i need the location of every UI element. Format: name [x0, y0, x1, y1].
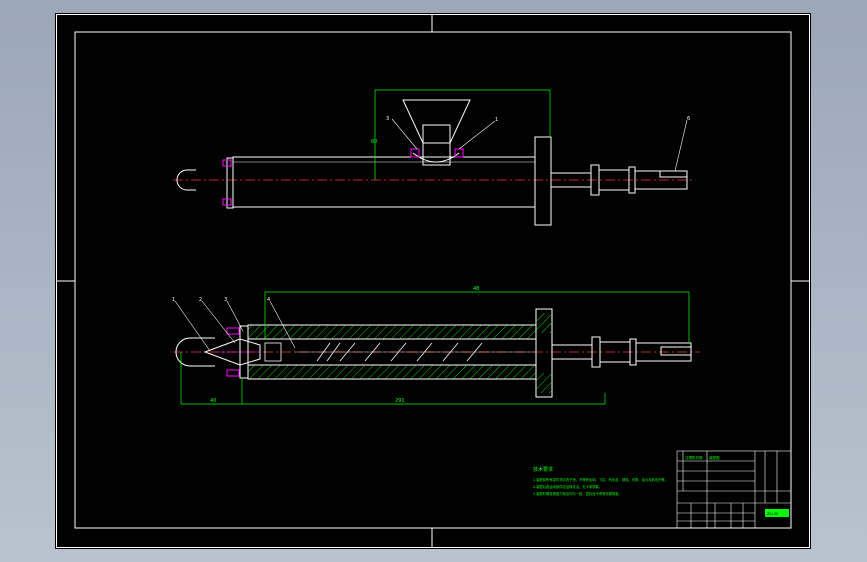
section-barrel-wall-top	[247, 324, 537, 340]
section-balloon-4: 4	[267, 297, 270, 303]
title-label-2: 装配图	[709, 455, 720, 460]
top-hopper-throat	[422, 124, 451, 166]
notes-heading: 技术要求	[533, 466, 553, 473]
top-dim-label: 80	[371, 139, 377, 145]
section-balloon-3: 3	[224, 297, 227, 303]
top-hopper	[402, 99, 471, 144]
top-view: 80 3 1 6	[173, 89, 695, 226]
outer-border	[56, 14, 810, 548]
section-dim-mid: 291	[395, 398, 405, 404]
top-balloon-2: 1	[495, 117, 498, 123]
title-label-1: 注塑机机筒	[685, 455, 703, 460]
top-balloon-3: 6	[687, 116, 690, 122]
notes-line-3: 3.装配时螺栓紧固力矩应均匀一致，密封处不得有渗漏现象。	[533, 491, 622, 496]
notes-line-2: 2.装配后各运动部件应运转灵活，无卡滞现象。	[533, 484, 602, 489]
title-block-text: 注塑机机筒 装配图 ZSJ-00	[685, 455, 778, 516]
section-dim-left: 40	[210, 398, 216, 404]
cad-drawing: 80 3 1 6 48 40 291 1 2 3 4 技术要求 1.装配前所有零…	[56, 14, 810, 548]
title-block	[676, 450, 792, 529]
top-rear-flange	[534, 136, 552, 226]
top-balloon-1: 3	[386, 116, 389, 122]
technical-notes: 技术要求 1.装配前所有零件须清洗干净，不得有毛刺、飞边、氧化皮、锈蚀、切屑、油…	[533, 466, 668, 496]
cad-viewport[interactable]: 80 3 1 6 48 40 291 1 2 3 4 技术要求 1.装配前所有零…	[55, 13, 811, 549]
notes-line-1: 1.装配前所有零件须清洗干净，不得有毛刺、飞边、氧化皮、锈蚀、切屑、油污及着色剂…	[533, 477, 668, 482]
top-barrel	[232, 156, 536, 208]
section-balloon-2: 2	[199, 297, 202, 303]
section-dim-overall: 48	[473, 286, 479, 292]
top-keyway	[659, 170, 688, 178]
section-balloon-1: 1	[172, 297, 175, 303]
section-view: 48 40 291 1 2 3 4	[172, 286, 700, 405]
screw-flights	[264, 342, 535, 362]
title-drawing-code: ZSJ-00	[767, 512, 778, 516]
inner-border	[74, 31, 792, 529]
section-barrel-wall-bottom	[247, 364, 537, 380]
